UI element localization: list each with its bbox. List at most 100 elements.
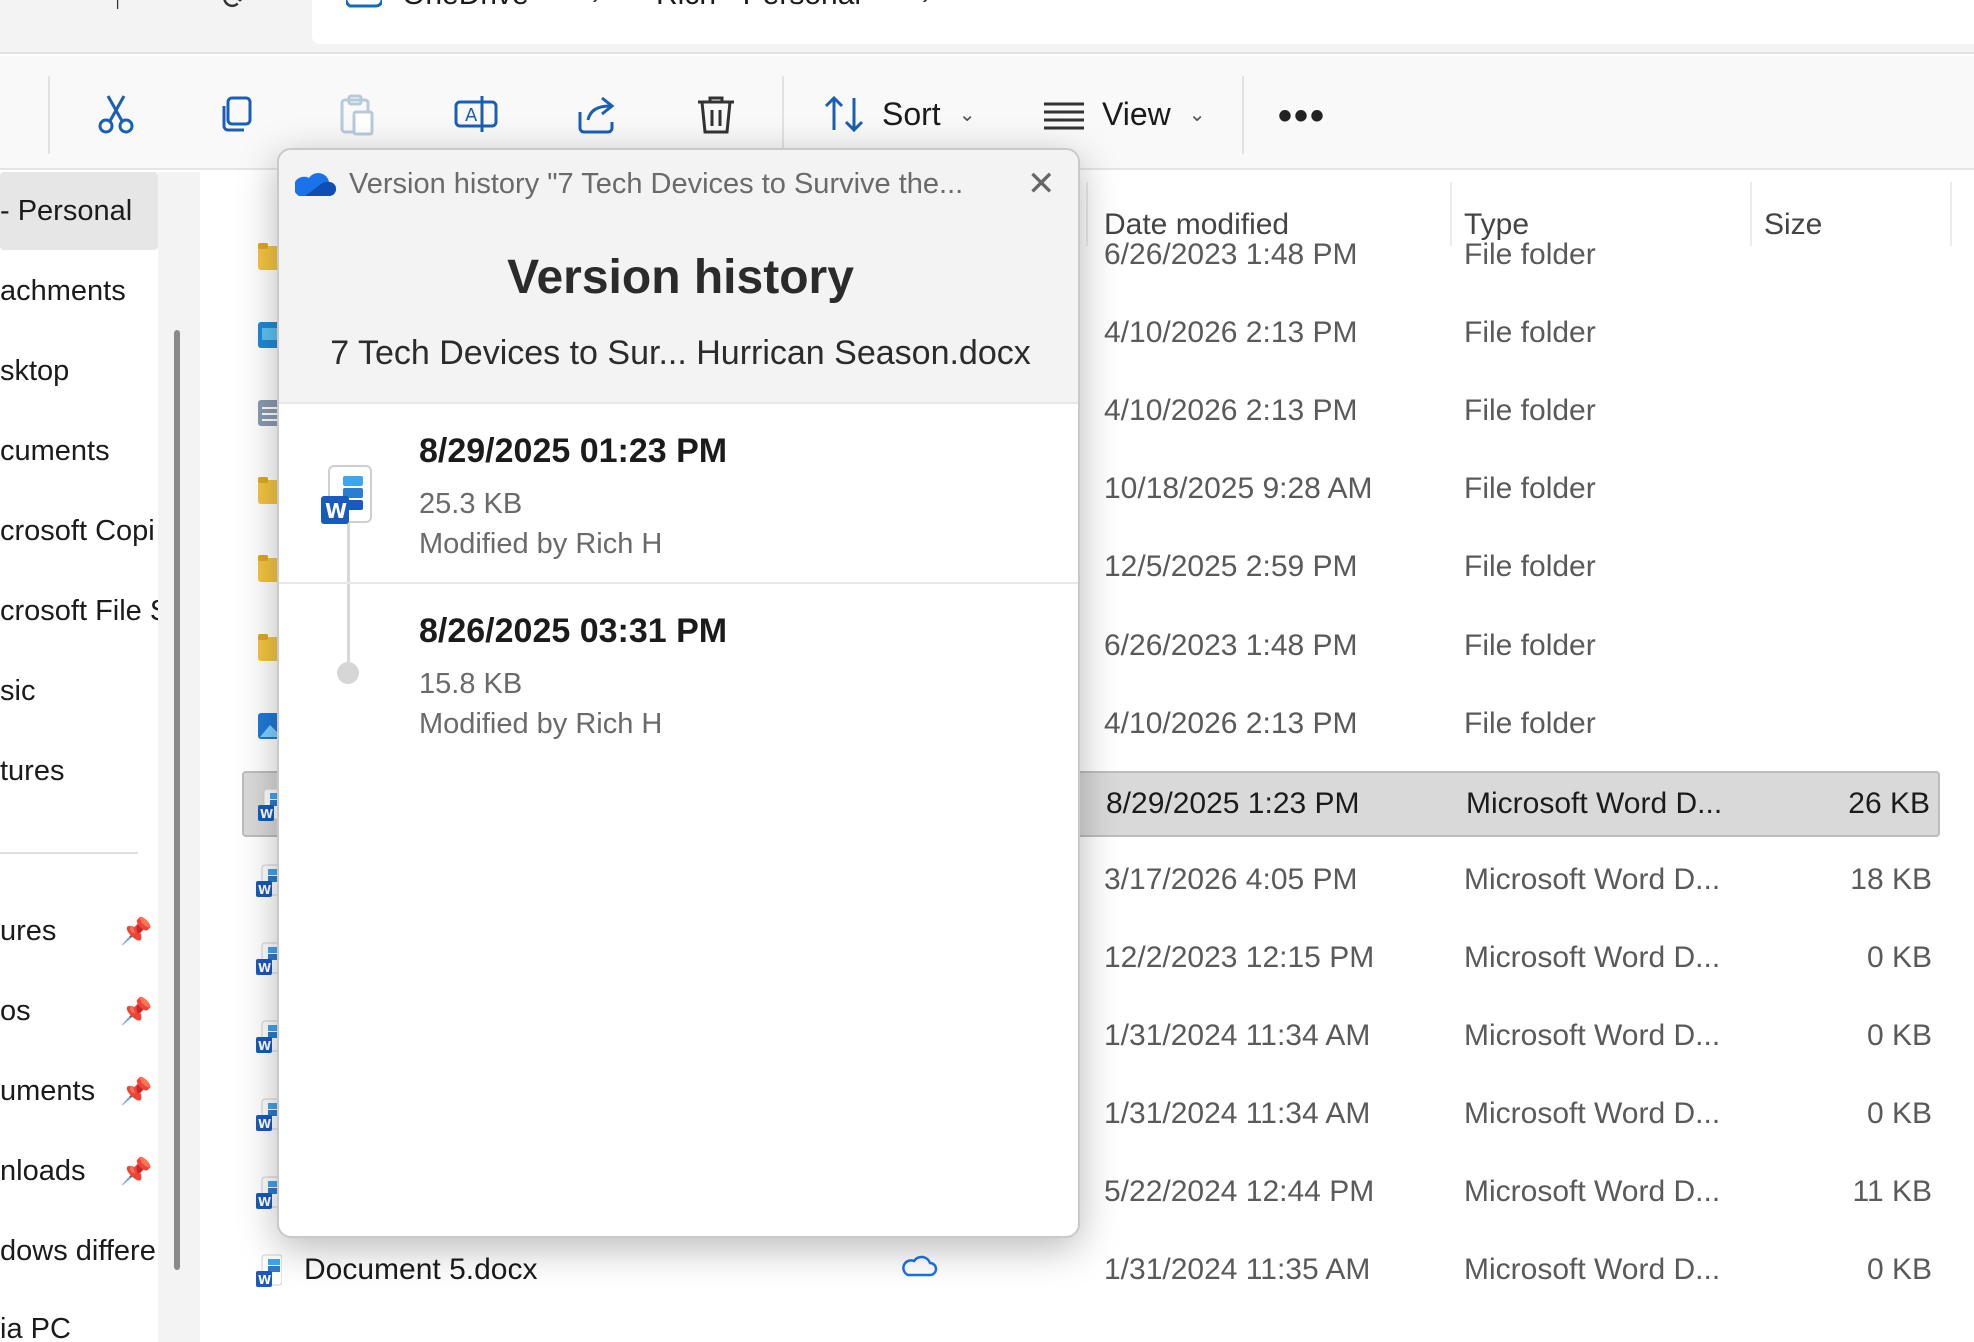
chevron-down-icon: ⌄ [958, 103, 976, 126]
nav-divider [0, 852, 138, 854]
up-arrow-icon[interactable]: ↑ [110, 0, 125, 16]
toolbar-divider [782, 76, 784, 154]
view-button[interactable]: View ⌄ [1040, 86, 1206, 142]
breadcrumb-location[interactable]: Rich - Personal [656, 0, 861, 12]
size-cell: 18 KB [1850, 862, 1932, 896]
nav-item-pinned-pictures[interactable]: ures 📌 [0, 892, 158, 970]
paste-button[interactable] [328, 86, 384, 142]
date-modified-cell: 10/18/2025 9:28 AM [1104, 472, 1373, 506]
word-doc-icon: W [321, 465, 372, 524]
nav-item-label: tures [0, 755, 65, 787]
toolbar-divider [48, 76, 50, 154]
nav-item-label: ures [0, 915, 57, 947]
chevron-right-icon[interactable]: › [922, 0, 931, 11]
nav-item-label: ia PC [0, 1313, 71, 1342]
share-icon [578, 96, 615, 134]
share-button[interactable] [568, 86, 624, 142]
size-cell: 26 KB [1848, 786, 1930, 820]
nav-item-label: nloads [0, 1155, 86, 1187]
type-cell: Microsoft Word D... [1464, 1097, 1721, 1131]
nav-item-pinned-downloads[interactable]: nloads 📌 [0, 1132, 158, 1210]
type-cell: Microsoft Word D... [1466, 786, 1723, 820]
dialog-caption: Version history "7 Tech Devices to Survi… [349, 168, 964, 200]
table-row[interactable]: W Document 5.docx 1/31/2024 11:35 AM Micros… [242, 1239, 1940, 1305]
onedrive-cloud-icon [346, 0, 382, 8]
copy-button[interactable] [208, 86, 264, 142]
nav-item-label: os [0, 995, 31, 1027]
version-date: 8/29/2025 01:23 PM [419, 432, 728, 470]
nav-item-label: cuments [0, 435, 110, 467]
view-lines-icon [1044, 102, 1084, 130]
nav-item-label: - Personal [0, 195, 133, 227]
navigation-pane: - Personal achments sktop cuments crosof… [0, 172, 158, 1342]
svg-text:W: W [258, 961, 271, 975]
pin-icon: 📌 [120, 916, 153, 946]
more-options-button[interactable]: ••• [1278, 94, 1326, 139]
nav-item-pictures[interactable]: tures [0, 732, 158, 810]
timeline-line [347, 584, 350, 664]
dialog-title: Version history [507, 251, 854, 304]
type-cell: File folder [1464, 472, 1596, 506]
version-size: 15.8 KB [419, 668, 523, 700]
date-modified-cell: 8/29/2025 1:23 PM [1106, 786, 1360, 820]
column-divider [1950, 182, 1952, 246]
version-history-header: Version history "7 Tech Devices to Survi… [279, 150, 1078, 404]
svg-text:W: W [260, 807, 273, 821]
delete-button[interactable] [688, 86, 744, 142]
date-modified-cell: 1/31/2024 11:34 AM [1104, 1097, 1371, 1131]
dialog-file-name: 7 Tech Devices to Sur... Hurrican Season… [330, 334, 1031, 372]
nav-item-pinned-videos[interactable]: os 📌 [0, 972, 158, 1050]
type-cell: Microsoft Word D... [1464, 862, 1721, 896]
type-cell: File folder [1464, 394, 1596, 428]
nav-item-microsoft-copilot[interactable]: crosoft Copi [0, 492, 158, 570]
type-cell: File folder [1464, 316, 1596, 350]
refresh-icon[interactable]: ⟳ [222, 0, 247, 17]
nav-item-this-pc[interactable]: ia PC [0, 1290, 158, 1342]
date-modified-cell: 1/31/2024 11:35 AM [1104, 1253, 1371, 1287]
version-entry[interactable]: W 8/29/2025 01:23 PM 25.3 KB Modified by… [279, 404, 1078, 584]
svg-text:W: W [258, 1273, 271, 1287]
file-name: Document 5.docx [304, 1253, 538, 1287]
svg-text:A: A [465, 105, 478, 126]
date-modified-cell: 12/2/2023 12:15 PM [1104, 940, 1375, 974]
view-label: View [1102, 95, 1171, 132]
svg-text:W: W [258, 1117, 271, 1131]
version-modified-by: Modified by Rich H [419, 528, 663, 560]
svg-text:W: W [258, 883, 271, 897]
nav-item-documents[interactable]: cuments [0, 412, 158, 490]
scissors-icon [98, 95, 134, 134]
sort-button[interactable]: Sort ⌄ [820, 86, 975, 142]
type-cell: File folder [1464, 628, 1596, 662]
size-cell: 0 KB [1866, 940, 1932, 974]
breadcrumb[interactable]: OneDrive › Rich - Personal › [312, 0, 1974, 44]
nav-item-microsoft-file[interactable]: crosoft File S [0, 572, 158, 650]
date-modified-cell: 4/10/2026 2:13 PM [1104, 706, 1358, 740]
address-bar: ↑ ⟳ OneDrive › Rich - Personal › [0, 0, 1974, 54]
version-history-dialog: Version history "7 Tech Devices to Survi… [277, 148, 1080, 1238]
type-cell: File folder [1464, 550, 1596, 584]
nav-scrollbar-thumb[interactable] [174, 330, 180, 1270]
type-cell: Microsoft Word D... [1464, 1019, 1721, 1052]
nav-item-label: uments [0, 1075, 96, 1107]
nav-item-windows-differences[interactable]: dows differe [0, 1212, 158, 1290]
version-date: 8/26/2025 03:31 PM [419, 612, 728, 650]
date-modified-cell: 6/26/2023 1:48 PM [1104, 238, 1358, 271]
nav-item-personal[interactable]: - Personal [0, 172, 158, 250]
type-cell: File folder [1464, 238, 1596, 271]
size-cell: 11 KB [1852, 1175, 1933, 1209]
nav-item-music[interactable]: sic [0, 652, 158, 730]
nav-item-desktop[interactable]: sktop [0, 332, 158, 410]
sort-arrows-icon [824, 95, 864, 133]
breadcrumb-onedrive[interactable]: OneDrive [402, 0, 529, 12]
rename-button[interactable]: A [448, 86, 504, 142]
copy-icon [222, 96, 252, 132]
onedrive-cloud-icon [295, 173, 336, 196]
trash-icon [698, 96, 734, 134]
nav-item-attachments[interactable]: achments [0, 252, 158, 330]
close-icon[interactable]: ✕ [1027, 164, 1056, 204]
version-entry[interactable]: 8/26/2025 03:31 PM 15.8 KB Modified by R… [279, 582, 1078, 760]
nav-item-pinned-documents[interactable]: uments 📌 [0, 1052, 158, 1130]
date-modified-cell: 4/10/2026 2:13 PM [1104, 394, 1358, 428]
cut-button[interactable] [88, 86, 144, 142]
chevron-right-icon[interactable]: › [592, 0, 601, 11]
